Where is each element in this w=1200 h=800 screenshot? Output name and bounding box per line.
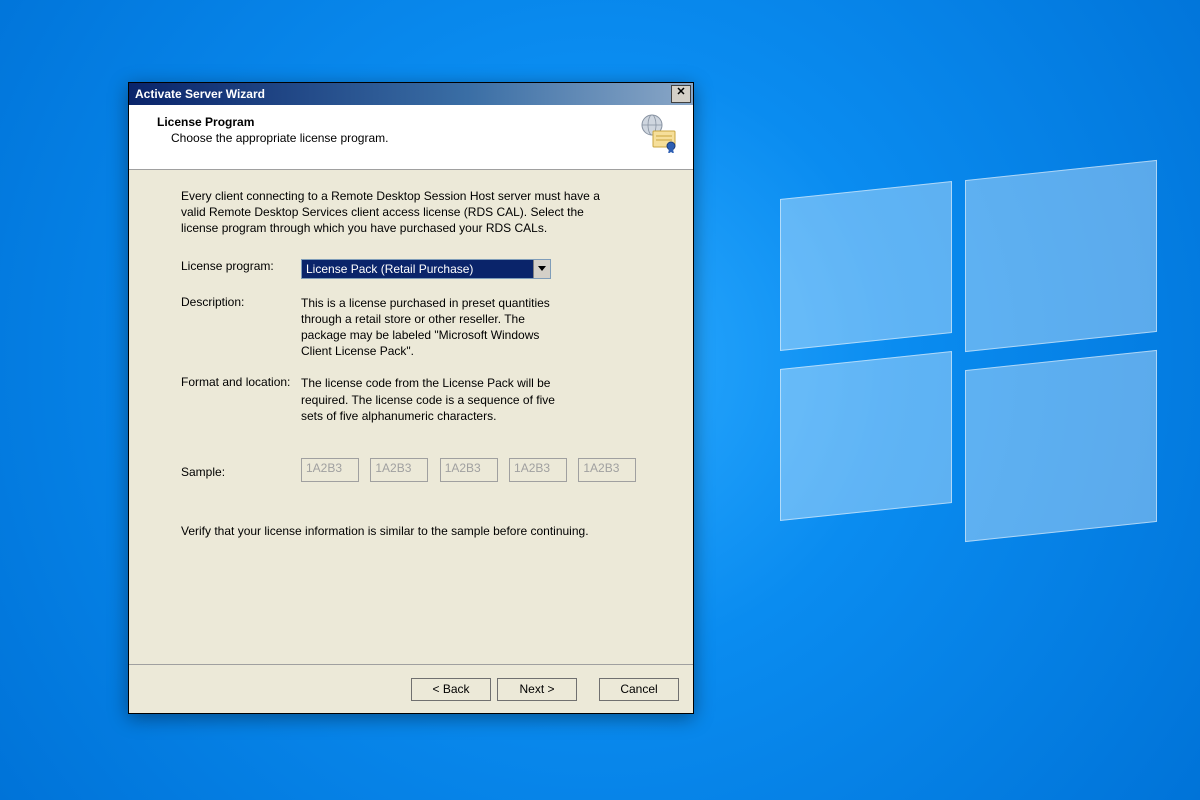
sample-label: Sample: [181, 465, 301, 479]
sample-code-2: 1A2B3 [370, 458, 428, 482]
windows-logo-icon [780, 160, 1160, 520]
header-heading: License Program [157, 115, 679, 129]
close-button[interactable]: ✕ [671, 85, 691, 103]
intro-text: Every client connecting to a Remote Desk… [181, 188, 611, 237]
description-value: This is a license purchased in preset qu… [301, 295, 561, 360]
titlebar-title: Activate Server Wizard [135, 87, 671, 101]
back-button[interactable]: < Back [411, 678, 491, 701]
license-program-label: License program: [181, 259, 301, 279]
license-certificate-icon [639, 113, 679, 153]
format-label: Format and location: [181, 375, 301, 424]
cancel-button[interactable]: Cancel [599, 678, 679, 701]
license-program-dropdown[interactable]: License Pack (Retail Purchase) [301, 259, 551, 279]
description-label: Description: [181, 295, 301, 360]
license-program-selected-value: License Pack (Retail Purchase) [302, 262, 533, 276]
sample-code-3: 1A2B3 [440, 458, 498, 482]
header-subheading: Choose the appropriate license program. [171, 131, 679, 145]
sample-code-5: 1A2B3 [578, 458, 636, 482]
verify-text: Verify that your license information is … [181, 524, 663, 538]
format-value: The license code from the License Pack w… [301, 375, 561, 424]
next-button[interactable]: Next > [497, 678, 577, 701]
close-icon: ✕ [676, 86, 685, 98]
desktop-background: Activate Server Wizard ✕ License Program… [0, 0, 1200, 800]
sample-code-4: 1A2B3 [509, 458, 567, 482]
sample-code-group: 1A2B3 1A2B3 1A2B3 1A2B3 1A2B3 [301, 460, 644, 484]
wizard-header: License Program Choose the appropriate l… [129, 105, 693, 170]
titlebar[interactable]: Activate Server Wizard ✕ [129, 83, 693, 105]
wizard-body: Every client connecting to a Remote Desk… [129, 170, 693, 538]
chevron-down-icon [533, 260, 550, 278]
sample-code-1: 1A2B3 [301, 458, 359, 482]
activate-server-wizard-dialog: Activate Server Wizard ✕ License Program… [128, 82, 694, 714]
wizard-footer: < Back Next > Cancel [129, 664, 693, 713]
